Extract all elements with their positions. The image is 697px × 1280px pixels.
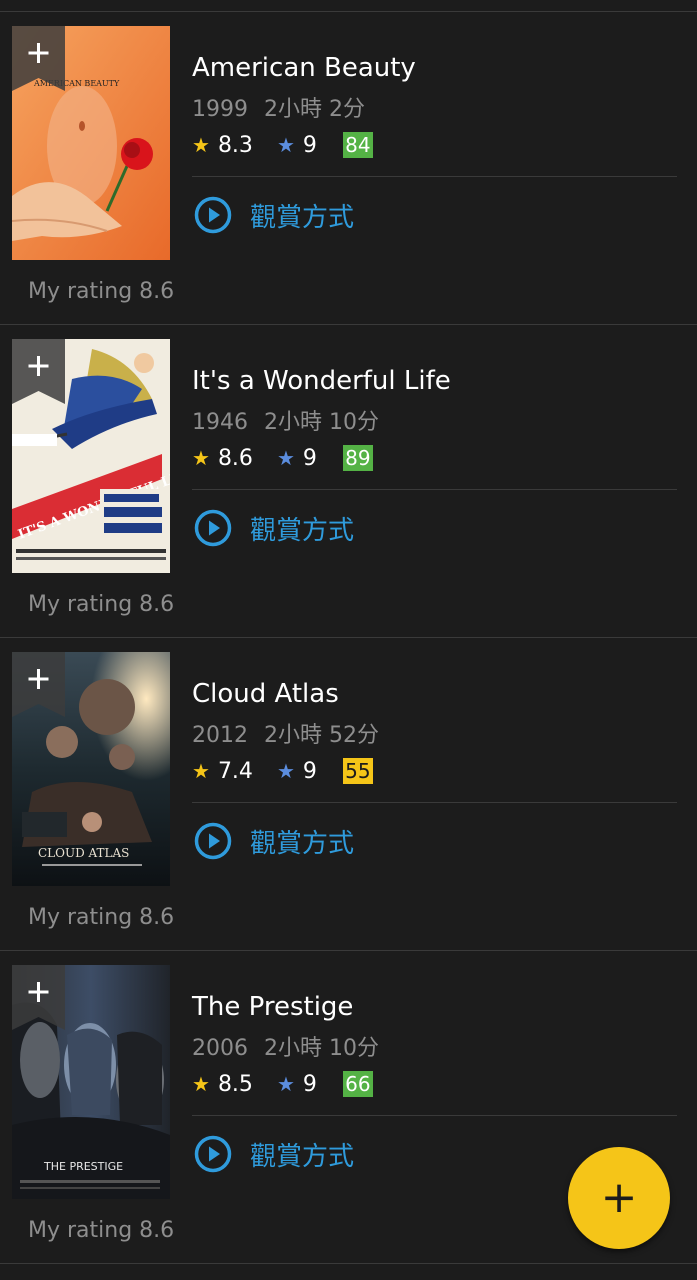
- watch-options-button[interactable]: 觀賞方式: [194, 1134, 354, 1174]
- user-rating: 9: [302, 132, 317, 158]
- movie-poster[interactable]: THE PRESTIGE: [12, 965, 170, 1199]
- watchlist-add-button[interactable]: [12, 339, 65, 404]
- ratings-row: ★ 8.6 ★ 9 89: [192, 444, 373, 472]
- watchlist-add-button[interactable]: [12, 965, 65, 1030]
- imdb-rating: 8.6: [217, 445, 253, 471]
- add-fab-button[interactable]: +: [568, 1147, 670, 1249]
- watch-options-button[interactable]: 觀賞方式: [194, 195, 354, 235]
- play-circle-icon: [194, 509, 232, 547]
- poster-text: CLOUD ATLAS: [38, 846, 129, 860]
- item-divider: [0, 1263, 697, 1264]
- movie-list-item[interactable]: AMERICAN BEAUTY American Beauty 1999 2小時 …: [0, 12, 697, 325]
- ratings-row: ★ 8.5 ★ 9 66: [192, 1070, 373, 1098]
- movie-year: 1999: [192, 97, 248, 122]
- movie-poster[interactable]: IT'S A WONDERFUL LIFE: [12, 339, 170, 573]
- plus-ribbon-icon: [12, 965, 65, 1030]
- imdb-rating: 7.4: [217, 758, 253, 784]
- user-rating: 9: [302, 1071, 317, 1097]
- my-rating: My rating 8.6: [28, 905, 175, 930]
- watch-options-label: 觀賞方式: [250, 1141, 355, 1172]
- ratings-row: ★ 8.3 ★ 9 84: [192, 131, 373, 159]
- movie-title[interactable]: The Prestige: [192, 992, 353, 1022]
- user-rating: 9: [302, 445, 317, 471]
- star-icon: ★: [192, 133, 210, 157]
- play-circle-icon: [194, 822, 232, 860]
- my-rating: My rating 8.6: [28, 592, 175, 617]
- metascore-badge: 66: [342, 1071, 373, 1097]
- movie-title[interactable]: American Beauty: [192, 53, 416, 83]
- imdb-rating: 8.3: [217, 132, 253, 158]
- metascore-badge: 55: [342, 758, 373, 784]
- watch-options-label: 觀賞方式: [250, 515, 355, 546]
- poster-text: THE PRESTIGE: [43, 1160, 123, 1173]
- star-icon: ★: [192, 446, 210, 470]
- movie-title[interactable]: Cloud Atlas: [192, 679, 339, 709]
- movie-meta: 1999 2小時 2分: [192, 91, 365, 123]
- divider: [192, 802, 677, 803]
- metascore-badge: 89: [342, 445, 373, 471]
- movie-runtime: 2小時 2分: [264, 97, 365, 122]
- star-icon: ★: [276, 1072, 295, 1096]
- plus-ribbon-icon: [12, 652, 65, 717]
- watch-options-button[interactable]: 觀賞方式: [194, 508, 354, 548]
- movie-runtime: 2小時 52分: [264, 723, 379, 748]
- star-icon: ★: [276, 446, 295, 470]
- my-rating: My rating 8.6: [28, 1218, 175, 1243]
- movie-year: 2006: [192, 1036, 248, 1061]
- movie-poster[interactable]: AMERICAN BEAUTY: [12, 26, 170, 260]
- movie-title[interactable]: It's a Wonderful Life: [192, 366, 451, 396]
- watchlist-add-button[interactable]: [12, 26, 65, 91]
- plus-ribbon-icon: [12, 26, 65, 91]
- watch-options-button[interactable]: 觀賞方式: [194, 821, 354, 861]
- divider: [192, 1115, 677, 1116]
- star-icon: ★: [192, 759, 210, 783]
- play-circle-icon: [194, 196, 232, 234]
- movie-list-item[interactable]: IT'S A WONDERFUL LIFE It's a Wonderful L…: [0, 325, 697, 638]
- movie-runtime: 2小時 10分: [264, 410, 379, 435]
- movie-meta: 2012 2小時 52分: [192, 717, 379, 749]
- watch-options-label: 觀賞方式: [250, 828, 355, 859]
- movie-meta: 2006 2小時 10分: [192, 1030, 379, 1062]
- plus-icon: +: [600, 1172, 638, 1223]
- divider: [192, 176, 677, 177]
- my-rating: My rating 8.6: [28, 279, 175, 304]
- metascore-badge: 84: [342, 132, 373, 158]
- star-icon: ★: [276, 759, 295, 783]
- user-rating: 9: [302, 758, 317, 784]
- star-icon: ★: [276, 133, 295, 157]
- play-circle-icon: [194, 1135, 232, 1173]
- movie-year: 2012: [192, 723, 248, 748]
- movie-poster[interactable]: CLOUD ATLAS: [12, 652, 170, 886]
- watch-options-label: 觀賞方式: [250, 202, 355, 233]
- star-icon: ★: [192, 1072, 210, 1096]
- movie-list-item[interactable]: CLOUD ATLAS Cloud Atlas 2012 2小時 52分 ★ 7.…: [0, 638, 697, 951]
- plus-ribbon-icon: [12, 339, 65, 404]
- imdb-rating: 8.5: [217, 1071, 253, 1097]
- movie-year: 1946: [192, 410, 248, 435]
- movie-runtime: 2小時 10分: [264, 1036, 379, 1061]
- movie-meta: 1946 2小時 10分: [192, 404, 379, 436]
- divider: [192, 489, 677, 490]
- watchlist-add-button[interactable]: [12, 652, 65, 717]
- ratings-row: ★ 7.4 ★ 9 55: [192, 757, 373, 785]
